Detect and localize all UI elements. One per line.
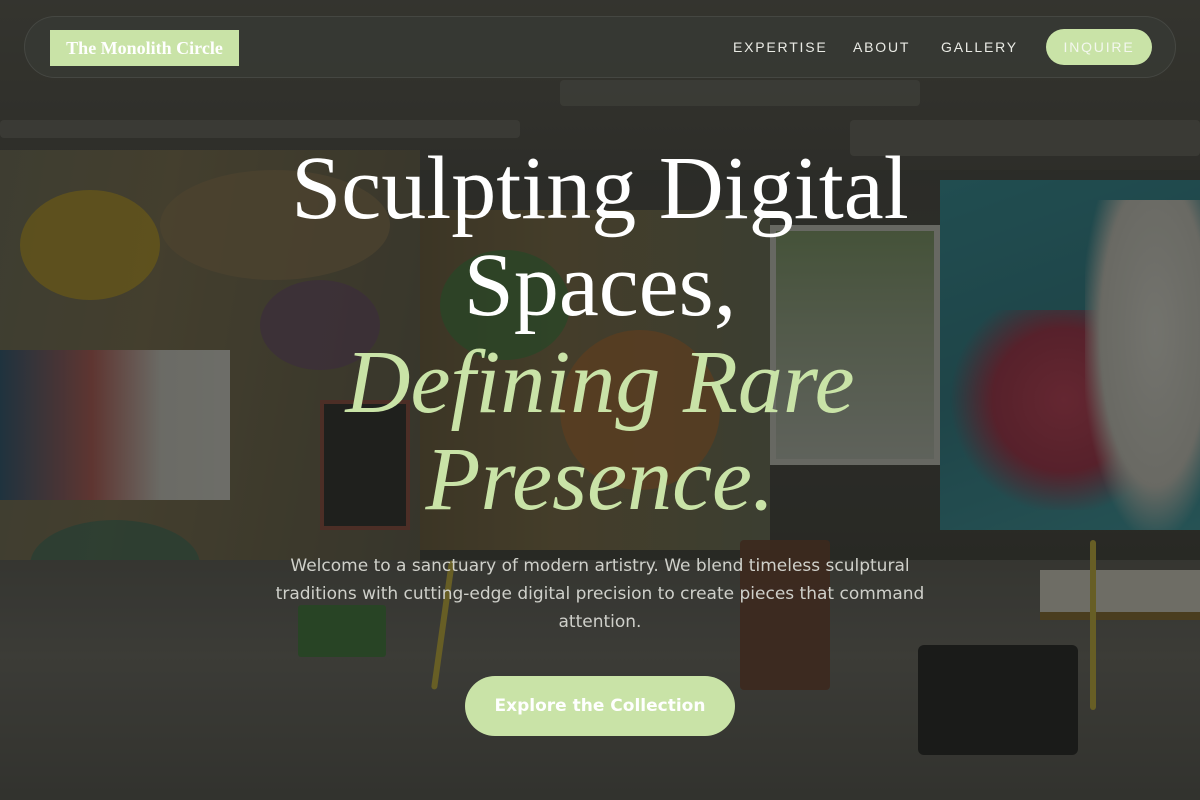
hero-headline: Sculpting Digital Spaces, Defining Rare … (0, 140, 1200, 528)
hero-description: Welcome to a sanctuary of modern artistr… (275, 556, 925, 632)
nav-link-gallery[interactable]: GALLERY (941, 37, 1018, 57)
headline-accent-line: Defining Rare (345, 333, 855, 432)
headline-line: Spaces, (463, 236, 737, 335)
nav-link-expertise[interactable]: EXPERTISE (733, 37, 828, 57)
headline-line: Sculpting Digital (291, 139, 909, 238)
nav-link-about[interactable]: ABOUT (853, 37, 910, 57)
hero-section: Sculpting Digital Spaces, Defining Rare … (0, 140, 1200, 528)
headline-accent-line: Presence. (425, 430, 775, 529)
brand-logo[interactable]: The Monolith Circle (50, 30, 239, 66)
inquire-button[interactable]: INQUIRE (1046, 29, 1152, 65)
top-navbar: The Monolith Circle EXPERTISE ABOUT GALL… (24, 16, 1176, 78)
explore-collection-button[interactable]: Explore the Collection (465, 676, 735, 736)
